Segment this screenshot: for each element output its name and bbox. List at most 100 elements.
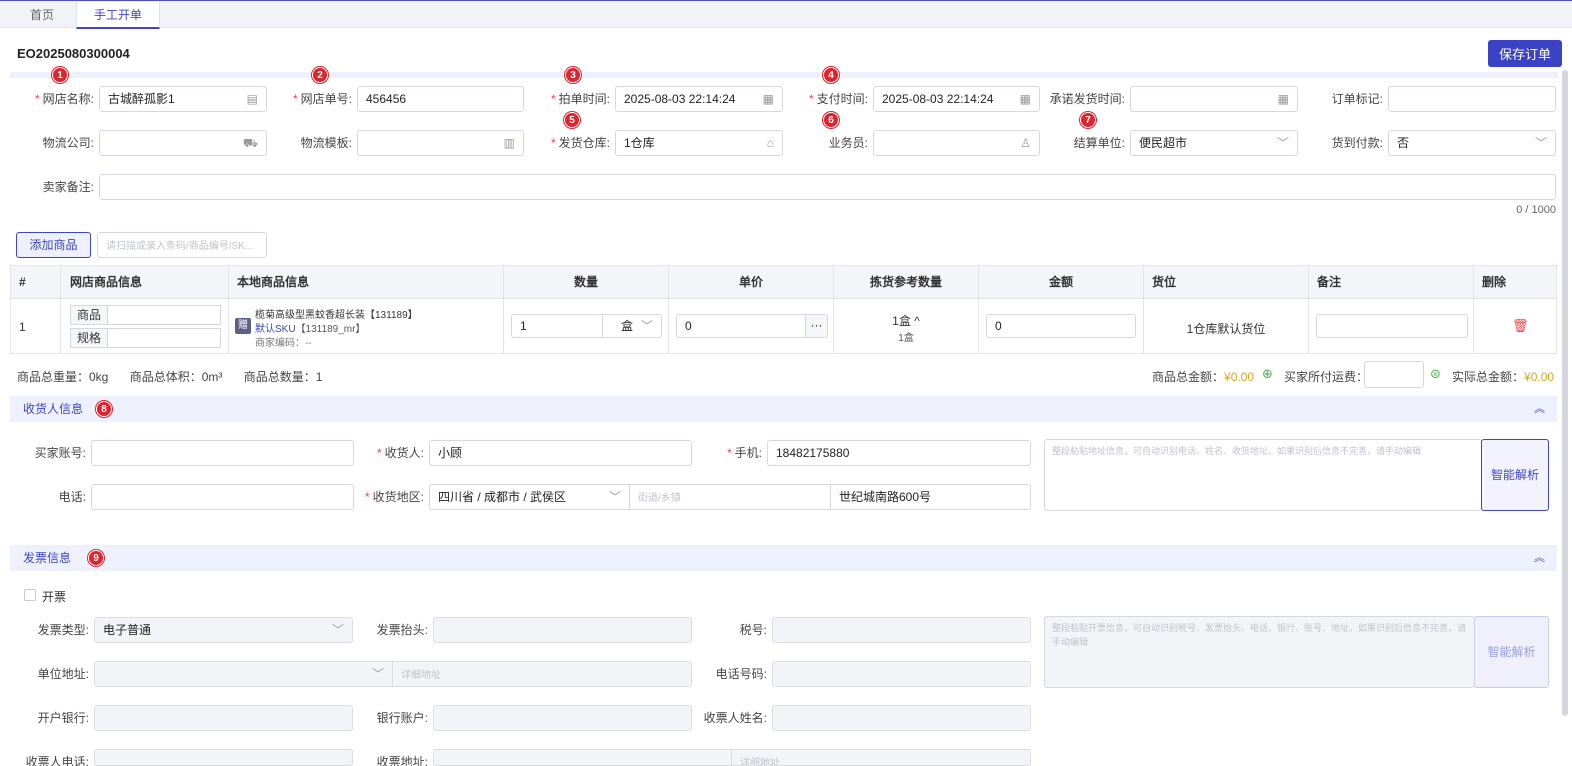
buyer-account-input[interactable] (91, 440, 354, 466)
user-icon: ♙ (1020, 136, 1031, 150)
unit-select[interactable]: 盒 ﹀ (602, 314, 662, 338)
logistics-template-select[interactable]: ▥ (357, 130, 524, 156)
total-quantity: 商品总数量：1 (243, 370, 323, 384)
remark-input[interactable] (1316, 314, 1468, 338)
goods-amount: 商品总金额：¥0.00 (1152, 370, 1255, 384)
receiver-section-header[interactable]: 收货人信息 ︽ (10, 396, 1557, 422)
tab-manual-order[interactable]: 手工开单 (76, 2, 160, 29)
recipient-phone-input[interactable] (94, 749, 353, 766)
step-badge-4: 4 (823, 67, 839, 83)
order-mark-input[interactable] (1388, 86, 1556, 112)
pick-qty-toggle[interactable]: 1盒 ^ (834, 312, 978, 329)
calendar-icon: ▦ (1277, 92, 1289, 106)
invoice-parse-button[interactable]: 智能解析 (1474, 616, 1549, 688)
chevron-up-icon[interactable]: ︽ (1534, 396, 1545, 422)
store-icon: ▤ (246, 92, 258, 106)
invoice-header-input[interactable] (433, 617, 692, 643)
address-detail-input[interactable]: 世纪城南路600号 (830, 484, 1031, 510)
seller-memo-label: 卖家备注: (42, 180, 94, 194)
invoice-checkbox[interactable] (24, 589, 36, 601)
quantity-input[interactable]: 1 (511, 314, 603, 338)
street-select[interactable]: 街道/乡镇 (629, 484, 831, 510)
cod-select[interactable]: 否 ﹀ (1388, 130, 1556, 156)
promise-ship-time-label: 承诺发货时间: (1049, 92, 1125, 106)
total-volume: 商品总体积：0m³ (129, 370, 223, 384)
divider-band (10, 72, 1558, 78)
invoice-phone-label: 电话号码: (715, 667, 767, 681)
bid-time-picker[interactable]: 2025-08-03 22:14:24 ▦ (615, 86, 783, 112)
bank-input[interactable] (94, 705, 353, 731)
step-badge-5: 5 (564, 112, 580, 128)
delete-cell: 🗑 (1474, 299, 1556, 354)
chevron-up-icon[interactable]: ︽ (1534, 545, 1545, 571)
seller-memo-input[interactable] (99, 174, 1556, 200)
shop-name-label: * 网店名称: (34, 92, 94, 106)
price-input[interactable]: 0 (676, 314, 806, 338)
invoice-section-header[interactable]: 发票信息 ︽ (10, 545, 1557, 571)
tab-home[interactable]: 首页 (14, 2, 70, 29)
pay-time-picker[interactable]: 2025-08-03 22:14:24 ▦ (873, 86, 1040, 112)
add-goods-button[interactable]: 添加商品 (16, 232, 91, 258)
address-parse-button[interactable]: 智能解析 (1481, 439, 1549, 511)
mobile-input[interactable]: 18482175880 (767, 440, 1031, 466)
shop-spec-input[interactable] (107, 328, 221, 348)
bid-time-label: * 拍单时间: (550, 92, 610, 106)
template-icon: ▥ (503, 136, 515, 150)
chevron-down-icon: ﹀ (1276, 136, 1289, 150)
recipient-address-detail[interactable]: 详细地址 (731, 749, 1031, 766)
shop-order-no-label: * 网店单号: (292, 92, 352, 106)
invoice-paste-textarea[interactable]: 整段粘贴开票信息，可自动识别税号、发票抬头、电话、银行、账号、地址。如果识别后信… (1044, 616, 1475, 688)
shop-goods-tag: 商品 (70, 305, 108, 325)
chevron-down-icon: ﹀ (371, 667, 384, 681)
phone-label: 电话: (58, 490, 86, 504)
col-header-index: # (11, 266, 61, 299)
address-paste-textarea[interactable]: 整段粘贴地址信息，可自动识别电话、姓名、收货地址。如果识别后信息不完善，请手动编… (1044, 439, 1482, 511)
recipient-name-input[interactable] (772, 705, 1031, 731)
receiver-input[interactable]: 小顾 (429, 440, 692, 466)
bank-account-input[interactable] (433, 705, 692, 731)
shop-goods-input[interactable] (107, 305, 221, 325)
salesman-select[interactable]: ♙ (873, 130, 1040, 156)
recipient-address-select[interactable] (433, 749, 732, 766)
step-badge-6: 6 (823, 112, 839, 128)
page-scrollbar[interactable] (1562, 70, 1568, 716)
col-header-delete: 删除 (1474, 266, 1556, 299)
equals-circle-icon: ⊜ (1430, 366, 1441, 381)
invoice-type-select[interactable]: 电子普通 ﹀ (94, 617, 353, 643)
invoice-header-label: 发票抬头: (376, 623, 428, 637)
phone-input[interactable] (91, 484, 354, 510)
price-cell: 0 ··· (669, 299, 834, 354)
shop-order-no-input[interactable]: 456456 (357, 86, 524, 112)
bank-label: 开户银行: (37, 711, 89, 725)
logistics-company-select[interactable]: ⛟ (99, 130, 267, 156)
local-goods-cell: 赠 榄菊高级型黑蚊香超长装【131189】 默认SKU【131189_mr】 商… (229, 299, 504, 354)
plus-circle-icon: ⊕ (1262, 366, 1273, 381)
warehouse-icon: ⌂ (766, 136, 774, 150)
buyer-freight-input[interactable] (1364, 361, 1424, 388)
receiver-label: * 收货人: (376, 446, 424, 460)
amount-input[interactable]: 0 (986, 314, 1136, 338)
step-badge-3: 3 (565, 67, 581, 83)
col-header-shop-goods: 网店商品信息 (61, 266, 229, 299)
shop-name-select[interactable]: 古城醉孤影1 ▤ (99, 86, 267, 112)
step-badge-8: 8 (96, 401, 112, 417)
barcode-scan-input[interactable]: 请扫描或录入条码/商品编号/SK... (97, 232, 267, 258)
mobile-label: * 手机: (726, 446, 762, 460)
step-badge-1: 1 (52, 67, 68, 83)
settle-unit-select[interactable]: 便民超市 ﹀ (1130, 130, 1298, 156)
tax-no-input[interactable] (772, 617, 1031, 643)
price-more-button[interactable]: ··· (805, 314, 828, 338)
region-cascader[interactable]: 四川省 / 成都市 / 武侯区 ﹀ (429, 484, 630, 510)
company-address-select[interactable]: ﹀ (94, 661, 393, 687)
truck-icon: ⛟ (242, 136, 258, 150)
invoice-phone-input[interactable] (772, 661, 1031, 687)
ship-warehouse-select[interactable]: 1仓库 ⌂ (615, 130, 783, 156)
trash-icon[interactable]: 🗑 (1512, 318, 1529, 334)
col-header-price: 单价 (669, 266, 834, 299)
cod-label: 货到付款: (1331, 136, 1383, 150)
settle-unit-label: 结算单位: (1073, 136, 1125, 150)
company-address-detail[interactable]: 详细地址 (392, 661, 692, 687)
promise-ship-time-picker[interactable]: ▦ (1130, 86, 1298, 112)
local-goods-name: 榄菊高级型黑蚊香超长装【131189】 (255, 310, 418, 321)
save-order-button[interactable]: 保存订单 (1488, 40, 1562, 67)
